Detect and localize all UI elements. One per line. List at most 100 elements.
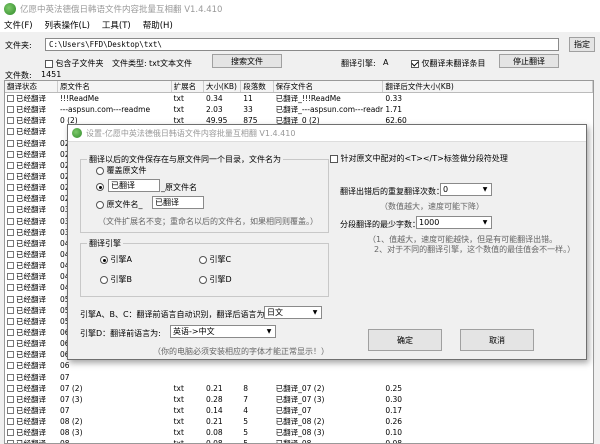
engine-a-option[interactable]: 引擎A xyxy=(100,254,132,265)
row-checkbox[interactable] xyxy=(7,228,14,236)
name-prefix-radio[interactable] xyxy=(96,200,104,209)
tag-segment-checkbox[interactable] xyxy=(330,154,338,163)
settings-dialog: 设置-亿愿中英法德俄日韩语文件内容批量互相翻 V1.4.410 翻译以后的文件保… xyxy=(67,124,587,360)
overwrite-radio[interactable] xyxy=(96,166,104,175)
col-size[interactable]: 大小(KB) xyxy=(204,81,242,92)
ok-button[interactable]: 确定 xyxy=(368,329,442,351)
col-orig-name[interactable]: 原文件名 xyxy=(58,81,172,92)
engine-c-option[interactable]: 引擎C xyxy=(199,254,231,265)
row-checkbox[interactable] xyxy=(7,262,14,270)
row-checkbox[interactable] xyxy=(7,317,14,325)
retry-select[interactable]: 0 ▼ xyxy=(440,183,492,196)
menu-file[interactable]: 文件(F) xyxy=(4,19,33,31)
engine-b-radio[interactable] xyxy=(100,275,108,284)
engine-d-option[interactable]: 引擎D xyxy=(199,274,232,285)
name-suffix-input[interactable]: 已翻译 xyxy=(152,196,204,209)
engine-d-radio[interactable] xyxy=(199,275,207,284)
row-checkbox[interactable] xyxy=(7,418,14,426)
d-source-select[interactable]: 英语->中文 ▼ xyxy=(170,325,276,338)
chevron-down-icon: ▼ xyxy=(482,186,488,193)
tag-segment-option[interactable]: 针对原文中配对的<T></T>标签做分段符处理 xyxy=(330,153,508,164)
row-checkbox[interactable] xyxy=(7,384,14,392)
row-checkbox[interactable] xyxy=(7,139,14,147)
include-subfolder-checkbox[interactable] xyxy=(45,59,53,68)
menu-tools[interactable]: 工具(T) xyxy=(102,19,131,31)
row-checkbox[interactable] xyxy=(7,150,14,158)
file-type-label: 文件类型: xyxy=(112,59,147,68)
row-checkbox[interactable] xyxy=(7,206,14,214)
row-ext: txt xyxy=(173,405,184,415)
specify-folder-button[interactable]: 指定 xyxy=(569,37,595,52)
row-checkbox[interactable] xyxy=(7,173,14,181)
table-row[interactable]: 已经翻译 07 txt 0.14 4 已翻译_07 0.17 xyxy=(5,405,593,416)
row-save-name: 已翻译_08 (3) xyxy=(275,428,325,438)
table-row[interactable]: 已经翻译 06 xyxy=(5,360,593,371)
row-checkbox[interactable] xyxy=(7,429,14,437)
row-status: 已经翻译 xyxy=(5,271,58,282)
row-checkbox[interactable] xyxy=(7,440,14,443)
engine-c-radio[interactable] xyxy=(199,255,207,264)
row-checkbox[interactable] xyxy=(7,284,14,292)
row-save-name: 已翻译_07 (3) xyxy=(275,394,325,404)
row-checkbox[interactable] xyxy=(7,362,14,370)
row-checkbox[interactable] xyxy=(7,351,14,359)
col-new-size[interactable]: 翻译后文件大小(KB) xyxy=(383,81,593,92)
row-status: 已经翻译 xyxy=(5,405,58,416)
row-new-size: 1.71 xyxy=(385,105,403,115)
col-save-name[interactable]: 保存文件名 xyxy=(274,81,384,92)
stop-translation-button[interactable]: 停止翻译 xyxy=(499,54,559,68)
prefix-input[interactable]: 已翻译 xyxy=(108,179,160,192)
row-checkbox[interactable] xyxy=(7,161,14,169)
row-checkbox[interactable] xyxy=(7,329,14,337)
menu-help[interactable]: 帮助(H) xyxy=(143,19,173,31)
menu-list-ops[interactable]: 列表操作(L) xyxy=(45,19,90,31)
only-untranslated-option[interactable]: 仅翻译未翻译条目 xyxy=(411,58,486,69)
row-checkbox[interactable] xyxy=(7,295,14,303)
row-checkbox[interactable] xyxy=(7,128,14,136)
col-paragraphs[interactable]: 段落数 xyxy=(241,81,274,92)
row-checkbox[interactable] xyxy=(7,95,14,103)
table-row[interactable]: 已经翻译 !!!ReadMe txt 0.34 11 已翻译_!!!ReadMe 0.33 xyxy=(5,93,593,104)
file-type-value[interactable]: txt文本文件 xyxy=(149,58,192,69)
abc-target-select[interactable]: 日文 ▼ xyxy=(264,306,322,319)
row-ext: txt xyxy=(173,417,184,427)
col-ext[interactable]: 扩展名 xyxy=(172,81,204,92)
table-row[interactable]: 已经翻译 08 txt 0.08 5 已翻译_08 0.08 xyxy=(5,438,593,443)
row-checkbox[interactable] xyxy=(7,217,14,225)
folder-path-input[interactable]: C:\Users\FFD\Desktop\txt\ xyxy=(45,38,559,51)
name-prefix-option[interactable]: 原文件名_ xyxy=(96,199,143,210)
row-paragraphs: 7 xyxy=(243,394,249,404)
prefix-option[interactable] xyxy=(96,182,104,191)
row-checkbox[interactable] xyxy=(7,273,14,281)
table-row[interactable]: 已经翻译 08 (3) txt 0.08 5 已翻译_08 (3) 0.10 xyxy=(5,427,593,438)
cancel-button[interactable]: 取消 xyxy=(460,329,534,351)
row-checkbox[interactable] xyxy=(7,106,14,114)
row-status: 已经翻译 xyxy=(5,338,58,349)
table-row[interactable]: 已经翻译 08 (2) txt 0.21 5 已翻译_08 (2) 0.26 xyxy=(5,416,593,427)
row-checkbox[interactable] xyxy=(7,306,14,314)
overwrite-option[interactable]: 覆盖原文件 xyxy=(96,165,147,176)
row-checkbox[interactable] xyxy=(7,251,14,259)
prefix-radio[interactable] xyxy=(96,182,104,191)
table-row[interactable]: 已经翻译 ---aspsun.com---readme txt 2.03 33 已翻译_-… xyxy=(5,104,593,115)
row-checkbox[interactable] xyxy=(7,407,14,414)
only-untranslated-checkbox[interactable] xyxy=(411,59,419,68)
row-checkbox[interactable] xyxy=(7,395,14,403)
row-status: 已经翻译 xyxy=(5,182,58,193)
segment-select[interactable]: 1000 ▼ xyxy=(416,216,492,229)
table-row[interactable]: 已经翻译 07 xyxy=(5,372,593,383)
search-files-button[interactable]: 搜索文件 xyxy=(212,54,282,68)
engine-a-radio[interactable] xyxy=(100,255,108,264)
row-checkbox[interactable] xyxy=(7,373,14,381)
row-checkbox[interactable] xyxy=(7,195,14,203)
row-paragraphs xyxy=(241,372,273,383)
row-checkbox[interactable] xyxy=(7,239,14,247)
row-checkbox[interactable] xyxy=(7,184,14,192)
table-row[interactable]: 已经翻译 07 (3) txt 0.28 7 已翻译_07 (3) 0.30 xyxy=(5,394,593,405)
include-subfolder-option[interactable]: 包含子文件夹 xyxy=(45,58,104,69)
col-status[interactable]: 翻译状态 xyxy=(5,81,58,92)
table-row[interactable]: 已经翻译 07 (2) txt 0.21 8 已翻译_07 (2) 0.25 xyxy=(5,383,593,394)
row-checkbox[interactable] xyxy=(7,340,14,348)
row-checkbox[interactable] xyxy=(7,117,14,125)
engine-b-option[interactable]: 引擎B xyxy=(100,274,132,285)
